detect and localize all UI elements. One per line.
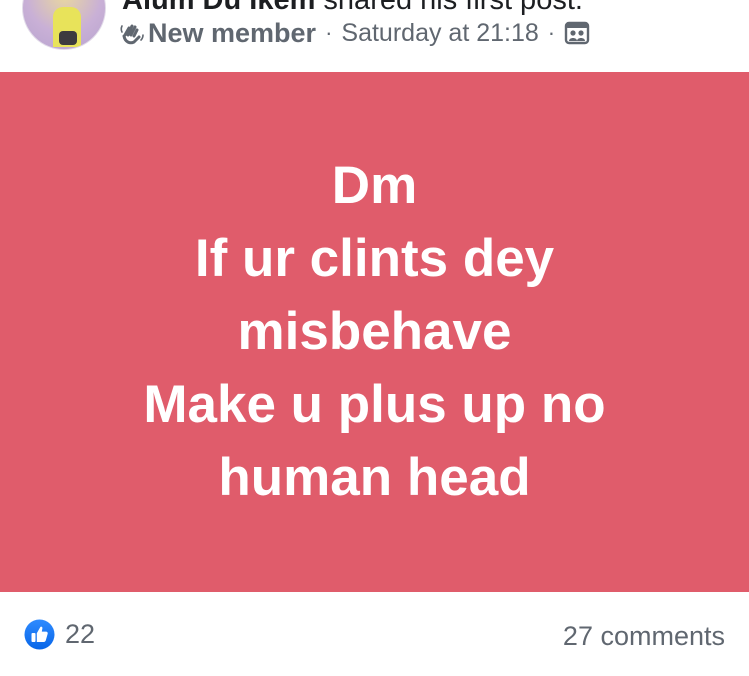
like-reaction-icon xyxy=(24,619,55,650)
post-text-line: If ur clints dey xyxy=(194,229,555,288)
post-timestamp[interactable]: Saturday at 21:18 xyxy=(341,19,538,48)
post-action-text: shared his first post. xyxy=(315,0,583,16)
meta-separator: · xyxy=(547,20,556,45)
author-name[interactable]: Alum Du Ikem xyxy=(122,0,315,16)
waving-hand-icon xyxy=(119,20,145,46)
post-text: Dm If ur clints dey misbehave Make u plu… xyxy=(143,149,605,514)
author-avatar[interactable] xyxy=(22,0,106,50)
group-audience-icon xyxy=(564,20,590,46)
avatar-detail xyxy=(59,31,77,45)
post-content-background[interactable]: Dm If ur clints dey misbehave Make u plu… xyxy=(0,72,749,592)
meta-separator: · xyxy=(325,20,333,45)
post-text-line: misbehave xyxy=(237,302,512,361)
post-footer: 22 27 comments xyxy=(0,592,749,676)
comments-count-link[interactable]: 27 comments xyxy=(563,621,725,652)
post-text-line: human head xyxy=(218,448,531,507)
post-meta: New member · Saturday at 21:18 · xyxy=(119,15,590,51)
reaction-count: 22 xyxy=(65,619,96,649)
post-header: Alum Du Ikem shared his first post. New … xyxy=(0,0,749,72)
post-text-line: Dm xyxy=(331,156,418,215)
reaction-summary[interactable]: 22 xyxy=(24,619,95,650)
post-text-line: Make u plus up no xyxy=(143,375,606,434)
new-member-badge[interactable]: New member xyxy=(148,18,316,49)
